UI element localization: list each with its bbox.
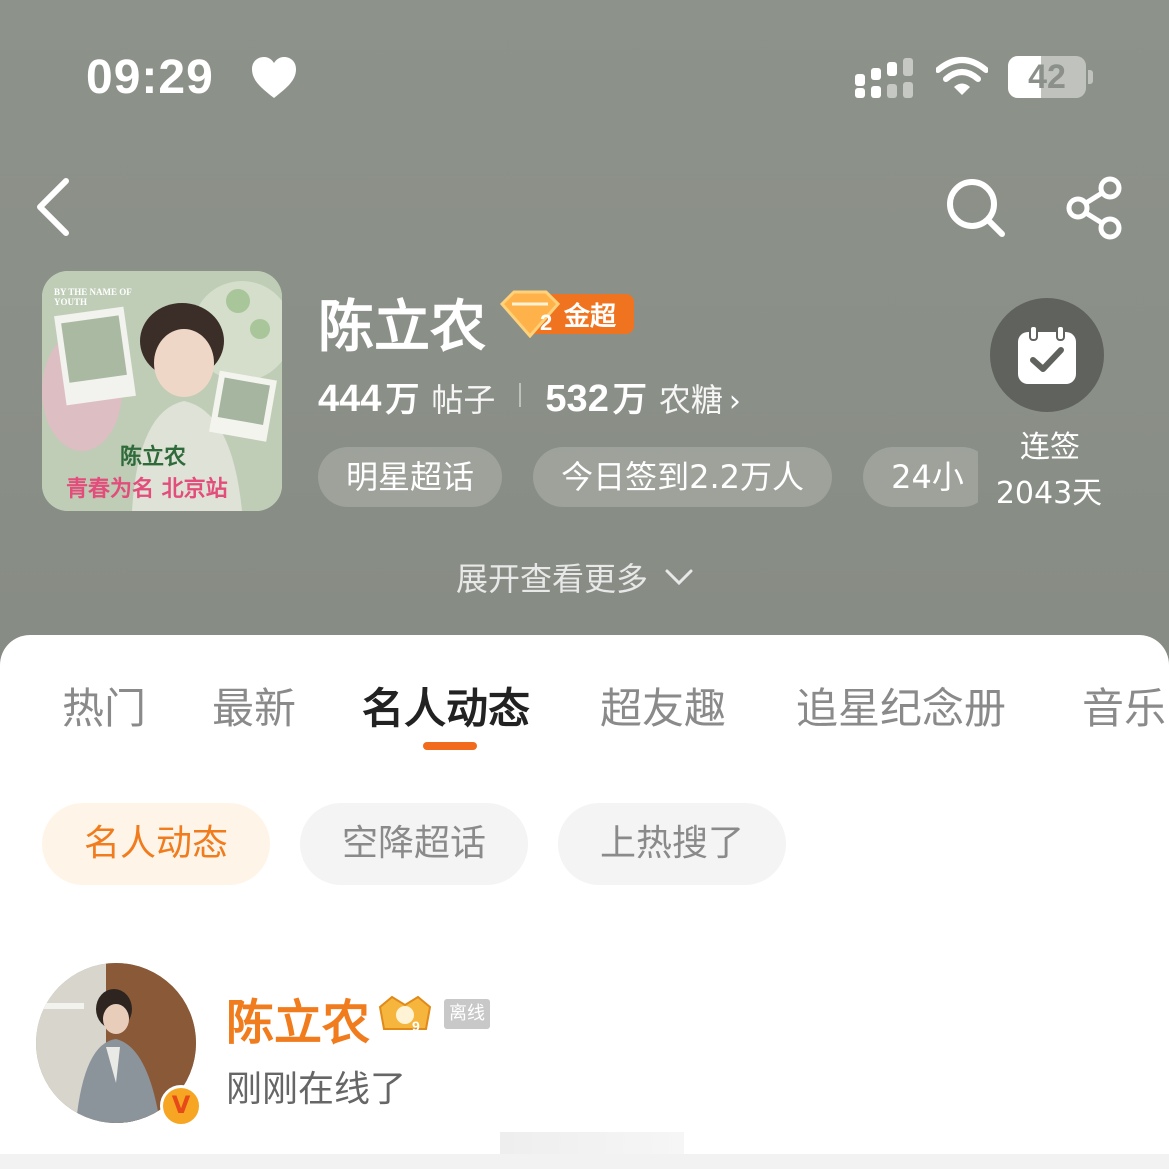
section-divider <box>0 1154 1169 1169</box>
stats-divider <box>519 383 522 407</box>
posts-count: 444 <box>318 378 382 420</box>
battery-percent: 42 <box>1028 57 1066 96</box>
post-user-name[interactable]: 陈立农 <box>226 983 370 1053</box>
sugar-label[interactable]: 农糖 <box>659 375 723 421</box>
heart-icon <box>252 57 296 98</box>
topic-tags: 明星超话 今日签到2.2万人 24小 <box>318 447 978 507</box>
posts-unit: 万 <box>385 380 420 420</box>
chip-trending[interactable]: 上热搜了 <box>558 803 786 885</box>
chip-topic-drop[interactable]: 空降超话 <box>300 803 528 885</box>
signal-icon <box>855 58 913 98</box>
share-icon[interactable] <box>1064 176 1128 240</box>
checkin-label: 连签 <box>1020 430 1080 465</box>
wifi-icon <box>936 57 988 95</box>
tab-celebrity-updates[interactable]: 名人动态 <box>362 675 530 736</box>
expand-more-label: 展开查看更多 <box>456 560 649 598</box>
tab-music[interactable]: 音乐 <box>1082 675 1166 736</box>
cover-caption-name: 陈立农 <box>120 444 187 470</box>
chevron-right-icon[interactable]: › <box>729 384 741 419</box>
chip-celebrity-updates[interactable]: 名人动态 <box>42 803 270 885</box>
next-item-preview <box>500 1132 684 1154</box>
rank-label: 金超 <box>564 302 617 332</box>
chevron-down-icon <box>665 569 693 586</box>
verified-badge: V <box>160 1085 202 1127</box>
battery-indicator: 42 <box>1008 56 1086 98</box>
checkin-days: 2043天 <box>995 476 1103 511</box>
content-panel: 热门 最新 名人动态 超友趣 追星纪念册 音乐 名人动态 空降超话 上热搜了 V… <box>0 635 1169 1169</box>
tag-star-topic[interactable]: 明星超话 <box>318 447 503 507</box>
topic-stats: 444 万 帖子 532 万 农糖 › <box>318 372 741 421</box>
tab-fan-album[interactable]: 追星纪念册 <box>796 675 1006 736</box>
offline-tag: 离线 <box>444 999 490 1029</box>
tag-24h[interactable]: 24小 <box>863 447 978 507</box>
tab-hot[interactable]: 热门 <box>62 675 146 736</box>
sugar-count[interactable]: 532 <box>545 378 608 421</box>
cover-english-text: BY THE NAME OF YOUTH <box>54 287 132 307</box>
posts-label: 帖子 <box>431 381 496 419</box>
topic-cover-image[interactable]: BY THE NAME OF YOUTH 陈立农 青春为名 北京站 <box>42 271 282 511</box>
tag-today-checkin[interactable]: 今日签到2.2万人 <box>533 447 833 507</box>
rank-level: 2 <box>540 310 552 335</box>
tab-latest[interactable]: 最新 <box>212 675 296 736</box>
expand-more-button[interactable]: 展开查看更多 <box>456 554 694 600</box>
search-icon[interactable] <box>944 176 1008 240</box>
sugar-unit[interactable]: 万 <box>613 372 647 421</box>
calendar-check-icon[interactable] <box>1016 324 1078 386</box>
active-tab-indicator <box>423 742 477 750</box>
status-time: 09:29 <box>86 51 214 104</box>
post-user-status: 刚刚在线了 <box>226 1069 407 1110</box>
battery-tip <box>1088 70 1093 84</box>
back-icon[interactable] <box>30 175 80 239</box>
topic-title: 陈立农 <box>318 295 486 360</box>
tab-super-fun[interactable]: 超友趣 <box>600 675 726 736</box>
crown-level: 9 <box>412 1018 420 1034</box>
cover-caption-event: 青春为名 北京站 <box>66 476 228 502</box>
crown-level-icon: 9 <box>378 995 432 1034</box>
